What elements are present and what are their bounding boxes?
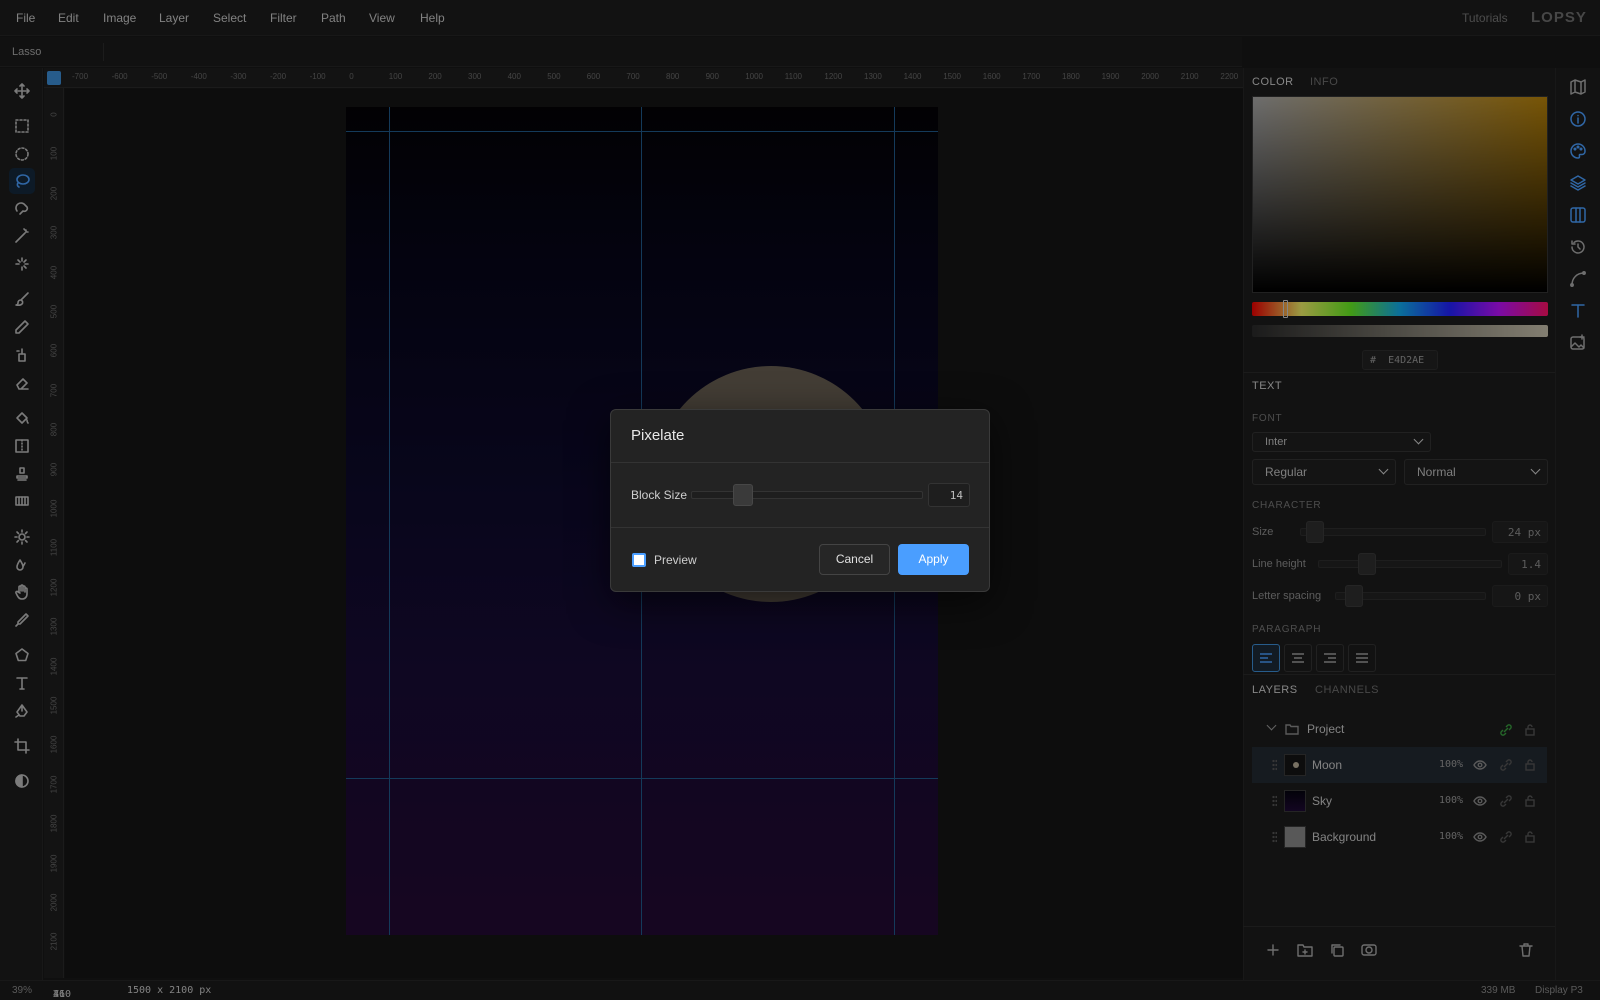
preview-label[interactable]: Preview: [654, 553, 697, 567]
block-size-slider[interactable]: [691, 491, 923, 499]
dialog-title: Pixelate: [631, 427, 685, 444]
block-size-label: Block Size: [631, 488, 688, 502]
pixelate-dialog: Pixelate Block Size 14 Preview Cancel Ap…: [610, 409, 990, 592]
block-size-input[interactable]: 14: [928, 483, 970, 507]
preview-checkbox[interactable]: [632, 553, 646, 567]
dialog-separator: [611, 527, 989, 528]
cancel-button[interactable]: Cancel: [819, 544, 890, 575]
apply-button[interactable]: Apply: [898, 544, 969, 575]
dialog-separator: [611, 462, 989, 463]
block-size-slider-thumb[interactable]: [733, 484, 753, 506]
